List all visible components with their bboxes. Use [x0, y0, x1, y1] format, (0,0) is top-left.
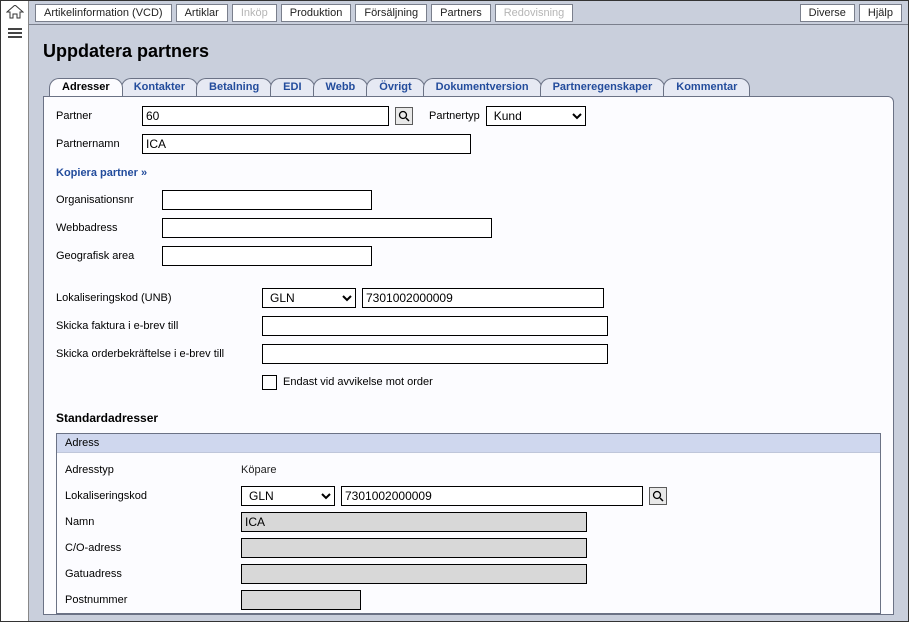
tab-partneregenskaper[interactable]: Partneregenskaper [540, 78, 666, 96]
tab-ovrigt[interactable]: Övrigt [366, 78, 424, 96]
standard-addresses-title: Standardadresser [56, 411, 881, 425]
left-rail [1, 1, 29, 621]
menu-icon[interactable] [7, 27, 23, 39]
einvoice-label: Skicka faktura i e-brev till [56, 320, 256, 332]
adresstyp-value: Köpare [241, 464, 276, 476]
partner-lookup-button[interactable] [395, 107, 413, 125]
web-input[interactable] [162, 218, 492, 238]
tab-betalning[interactable]: Betalning [196, 78, 272, 96]
topnav-item-redovisning: Redovisning [495, 4, 574, 22]
home-icon[interactable] [6, 5, 24, 19]
partnertyp-select[interactable]: Kund [486, 106, 586, 126]
postnr-label: Postnummer [65, 594, 235, 606]
tab-edi[interactable]: EDI [270, 78, 314, 96]
loc-value-input[interactable] [341, 486, 643, 506]
copy-partner-link[interactable]: Kopiera partner » [56, 167, 147, 179]
unb-value-input[interactable] [362, 288, 604, 308]
deviation-checkbox-label: Endast vid avvikelse mot order [283, 376, 433, 388]
top-nav: Artikelinformation (VCD) Artiklar Inköp … [29, 1, 908, 25]
tabs-row: Adresser Kontakter Betalning EDI Webb Öv… [49, 78, 894, 96]
content-area: Uppdatera partners Adresser Kontakter Be… [29, 25, 908, 621]
eorder-input[interactable] [262, 344, 608, 364]
co-label: C/O-adress [65, 542, 235, 554]
deviation-checkbox[interactable] [262, 375, 277, 390]
topnav-item-inkop: Inköp [232, 4, 277, 22]
topnav-item-artiklar[interactable]: Artiklar [176, 4, 228, 22]
tab-webb[interactable]: Webb [313, 78, 369, 96]
gata-label: Gatuadress [65, 568, 235, 580]
topnav-item-artikelinformation[interactable]: Artikelinformation (VCD) [35, 4, 172, 22]
unb-label: Lokaliseringskod (UNB) [56, 292, 256, 304]
web-label: Webbadress [56, 222, 156, 234]
tab-panel-adresser: Partner Partnertyp Kund Partnernamn Kopi… [43, 96, 894, 615]
postnr-input [241, 590, 361, 610]
einvoice-input[interactable] [262, 316, 608, 336]
eorder-label: Skicka orderbekräftelse i e-brev till [56, 348, 256, 360]
topnav-item-partners[interactable]: Partners [431, 4, 491, 22]
tab-dokumentversion[interactable]: Dokumentversion [423, 78, 542, 96]
topnav-item-produktion[interactable]: Produktion [281, 4, 352, 22]
namn-label: Namn [65, 516, 235, 528]
partnernamn-label: Partnernamn [56, 138, 136, 150]
partnertyp-label: Partnertyp [429, 110, 480, 122]
loc-type-select[interactable]: GLN [241, 486, 335, 506]
standard-addresses-header: Adress [57, 434, 880, 453]
orgnr-input[interactable] [162, 190, 372, 210]
partner-input[interactable] [142, 106, 389, 126]
orgnr-label: Organisationsnr [56, 194, 156, 206]
geo-input[interactable] [162, 246, 372, 266]
tab-kommentar[interactable]: Kommentar [663, 78, 750, 96]
loc-label: Lokaliseringskod [65, 490, 235, 502]
namn-input [241, 512, 587, 532]
partner-label: Partner [56, 110, 136, 122]
co-input [241, 538, 587, 558]
page-title: Uppdatera partners [43, 41, 894, 62]
adresstyp-label: Adresstyp [65, 464, 235, 476]
topnav-item-forsaljning[interactable]: Försäljning [355, 4, 427, 22]
topnav-item-hjalp[interactable]: Hjälp [859, 4, 902, 22]
main: Artikelinformation (VCD) Artiklar Inköp … [29, 1, 908, 621]
tab-kontakter[interactable]: Kontakter [121, 78, 198, 96]
gata-input [241, 564, 587, 584]
loc-lookup-button[interactable] [649, 487, 667, 505]
unb-type-select[interactable]: GLN [262, 288, 356, 308]
partnernamn-input[interactable] [142, 134, 471, 154]
standard-addresses-box: Adress Adresstyp Köpare Lokaliseringskod… [56, 433, 881, 614]
tab-adresser[interactable]: Adresser [49, 78, 123, 96]
topnav-item-diverse[interactable]: Diverse [800, 4, 855, 22]
geo-label: Geografisk area [56, 250, 156, 262]
